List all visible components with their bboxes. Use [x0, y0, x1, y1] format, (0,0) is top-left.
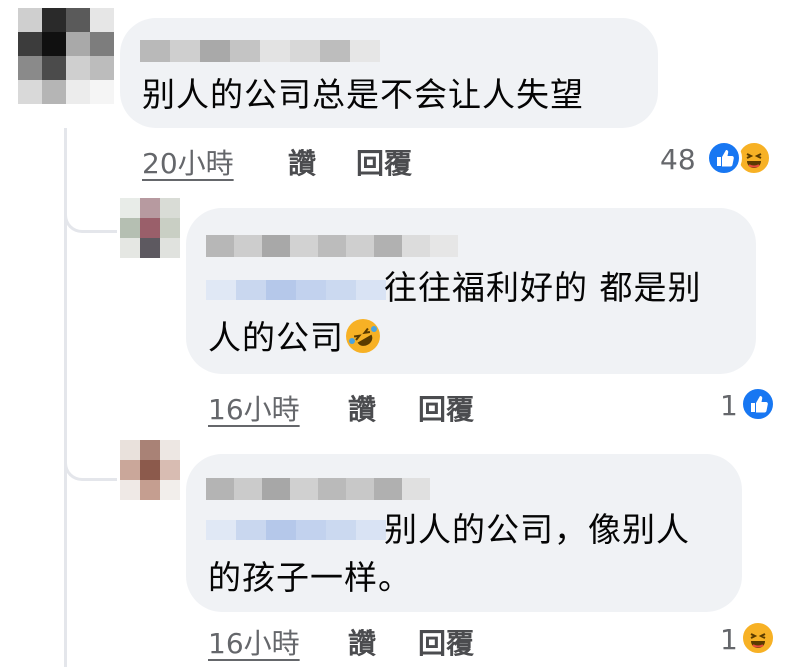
like-icon[interactable] [706, 140, 742, 176]
mentioned-user-blurred[interactable] [206, 280, 386, 300]
haha-icon[interactable] [740, 620, 776, 656]
reaction-count[interactable]: 1 [720, 623, 738, 656]
like-button[interactable]: 讚 [348, 388, 376, 428]
commenter-name-blurred[interactable] [140, 40, 380, 62]
comment-text-segment: 人的公司 [208, 318, 344, 357]
reaction-count[interactable]: 48 [660, 143, 696, 176]
reply-thread-branch [64, 448, 117, 481]
comment-text: 别人的公司，像别人 [384, 510, 690, 549]
rolling-on-floor-laughing-icon [346, 319, 380, 353]
commenter-name-blurred[interactable] [206, 478, 430, 500]
avatar[interactable] [18, 8, 114, 104]
comment-text-line-2: 的孩子一样。 [208, 558, 412, 597]
like-button[interactable]: 讚 [348, 622, 376, 662]
comment-timestamp[interactable]: 20小時 [142, 142, 234, 182]
like-icon[interactable] [740, 386, 776, 422]
like-button[interactable]: 讚 [288, 142, 316, 182]
comment-text: 往往福利好的 都是别 [384, 268, 702, 307]
comment-timestamp[interactable]: 16小時 [208, 388, 300, 428]
avatar[interactable] [120, 198, 180, 258]
reply-thread-branch [64, 200, 117, 233]
reply-button[interactable]: 回覆 [418, 622, 474, 662]
avatar[interactable] [120, 440, 180, 500]
comment-text-line-2: 人的公司 [208, 313, 380, 363]
comment-timestamp[interactable]: 16小時 [208, 622, 300, 662]
reply-button[interactable]: 回覆 [418, 388, 474, 428]
reaction-count[interactable]: 1 [720, 389, 738, 422]
commenter-name-blurred[interactable] [206, 235, 458, 257]
comment-text: 别人的公司总是不会让人失望 [142, 75, 584, 114]
reply-button[interactable]: 回覆 [356, 142, 412, 182]
mentioned-user-blurred[interactable] [206, 520, 386, 540]
